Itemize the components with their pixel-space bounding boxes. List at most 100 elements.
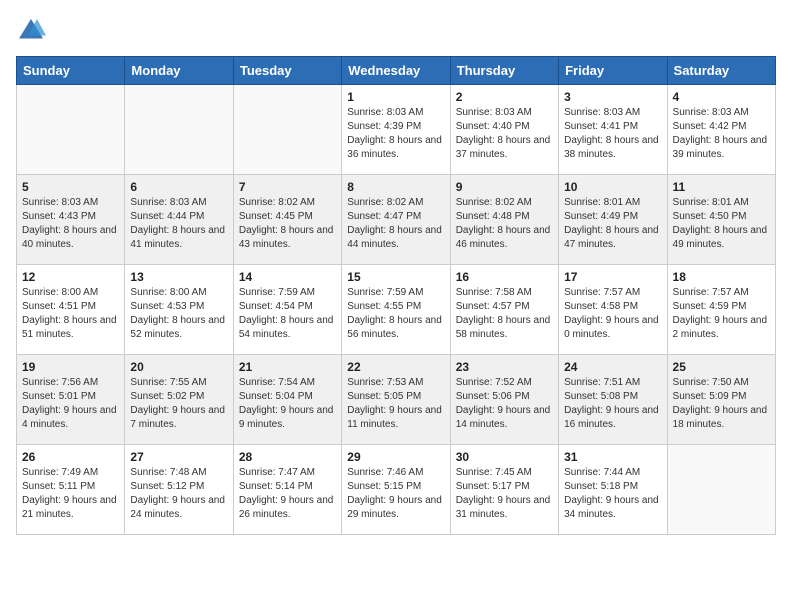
day-info: Sunrise: 8:02 AM Sunset: 4:47 PM Dayligh… <box>347 196 444 252</box>
calendar-day-cell <box>125 85 233 175</box>
calendar-day-cell: 18 Sunrise: 7:57 AM Sunset: 4:59 PM Dayli… <box>667 265 775 355</box>
day-info: Sunrise: 7:57 AM Sunset: 4:59 PM Dayligh… <box>673 286 770 342</box>
calendar-week-row: 5 Sunrise: 8:03 AM Sunset: 4:43 PM Daylig… <box>17 175 776 265</box>
calendar-weekday-header: Wednesday <box>342 57 450 85</box>
calendar-day-cell: 11 Sunrise: 8:01 AM Sunset: 4:50 PM Dayli… <box>667 175 775 265</box>
day-info: Sunrise: 8:02 AM Sunset: 4:48 PM Dayligh… <box>456 196 553 252</box>
logo <box>16 16 50 46</box>
day-info: Sunrise: 8:02 AM Sunset: 4:45 PM Dayligh… <box>239 196 336 252</box>
day-number: 20 <box>130 360 227 374</box>
day-number: 8 <box>347 180 444 194</box>
calendar-day-cell: 4 Sunrise: 8:03 AM Sunset: 4:42 PM Daylig… <box>667 85 775 175</box>
day-info: Sunrise: 7:52 AM Sunset: 5:06 PM Dayligh… <box>456 376 553 432</box>
day-info: Sunrise: 7:48 AM Sunset: 5:12 PM Dayligh… <box>130 466 227 522</box>
day-info: Sunrise: 7:55 AM Sunset: 5:02 PM Dayligh… <box>130 376 227 432</box>
calendar-week-row: 1 Sunrise: 8:03 AM Sunset: 4:39 PM Daylig… <box>17 85 776 175</box>
calendar-week-row: 12 Sunrise: 8:00 AM Sunset: 4:51 PM Dayli… <box>17 265 776 355</box>
day-info: Sunrise: 8:03 AM Sunset: 4:40 PM Dayligh… <box>456 106 553 162</box>
day-info: Sunrise: 7:51 AM Sunset: 5:08 PM Dayligh… <box>564 376 661 432</box>
day-number: 6 <box>130 180 227 194</box>
day-info: Sunrise: 7:45 AM Sunset: 5:17 PM Dayligh… <box>456 466 553 522</box>
calendar-day-cell: 17 Sunrise: 7:57 AM Sunset: 4:58 PM Dayli… <box>559 265 667 355</box>
day-info: Sunrise: 7:44 AM Sunset: 5:18 PM Dayligh… <box>564 466 661 522</box>
calendar-day-cell: 3Sunrise: 8:03 AM Sunset: 4:41 PM Daylig… <box>559 85 667 175</box>
day-info: Sunrise: 7:58 AM Sunset: 4:57 PM Dayligh… <box>456 286 553 342</box>
day-number: 21 <box>239 360 336 374</box>
calendar-day-cell <box>233 85 341 175</box>
day-info: Sunrise: 7:46 AM Sunset: 5:15 PM Dayligh… <box>347 466 444 522</box>
day-info: Sunrise: 8:00 AM Sunset: 4:51 PM Dayligh… <box>22 286 119 342</box>
calendar-day-cell: 16 Sunrise: 7:58 AM Sunset: 4:57 PM Dayli… <box>450 265 558 355</box>
day-info: Sunrise: 8:03 AM Sunset: 4:43 PM Dayligh… <box>22 196 119 252</box>
day-info: Sunrise: 8:01 AM Sunset: 4:50 PM Dayligh… <box>673 196 770 252</box>
calendar-day-cell: 14Sunrise: 7:59 AM Sunset: 4:54 PM Dayli… <box>233 265 341 355</box>
calendar-day-cell: 31 Sunrise: 7:44 AM Sunset: 5:18 PM Dayli… <box>559 445 667 535</box>
day-info: Sunrise: 8:01 AM Sunset: 4:49 PM Dayligh… <box>564 196 661 252</box>
day-number: 31 <box>564 450 661 464</box>
day-number: 7 <box>239 180 336 194</box>
day-info: Sunrise: 7:49 AM Sunset: 5:11 PM Dayligh… <box>22 466 119 522</box>
calendar-day-cell: 22 Sunrise: 7:53 AM Sunset: 5:05 PM Dayli… <box>342 355 450 445</box>
day-number: 22 <box>347 360 444 374</box>
day-number: 30 <box>456 450 553 464</box>
day-number: 15 <box>347 270 444 284</box>
day-number: 29 <box>347 450 444 464</box>
day-info: Sunrise: 8:00 AM Sunset: 4:53 PM Dayligh… <box>130 286 227 342</box>
calendar-day-cell: 28Sunrise: 7:47 AM Sunset: 5:14 PM Dayli… <box>233 445 341 535</box>
day-number: 2 <box>456 90 553 104</box>
day-number: 25 <box>673 360 770 374</box>
calendar-table: SundayMondayTuesdayWednesdayThursdayFrid… <box>16 56 776 535</box>
calendar-day-cell: 26 Sunrise: 7:49 AM Sunset: 5:11 PM Dayli… <box>17 445 125 535</box>
day-info: Sunrise: 7:59 AM Sunset: 4:54 PM Dayligh… <box>239 286 336 342</box>
calendar-day-cell: 6 Sunrise: 8:03 AM Sunset: 4:44 PM Daylig… <box>125 175 233 265</box>
day-info: Sunrise: 7:57 AM Sunset: 4:58 PM Dayligh… <box>564 286 661 342</box>
calendar-weekday-header: Sunday <box>17 57 125 85</box>
day-number: 4 <box>673 90 770 104</box>
calendar-weekday-header: Saturday <box>667 57 775 85</box>
calendar-day-cell: 12 Sunrise: 8:00 AM Sunset: 4:51 PM Dayli… <box>17 265 125 355</box>
calendar-day-cell: 30 Sunrise: 7:45 AM Sunset: 5:17 PM Dayli… <box>450 445 558 535</box>
page-header <box>16 16 776 46</box>
calendar-day-cell: 10Sunrise: 8:01 AM Sunset: 4:49 PM Dayli… <box>559 175 667 265</box>
calendar-day-cell: 23 Sunrise: 7:52 AM Sunset: 5:06 PM Dayli… <box>450 355 558 445</box>
calendar-day-cell: 1 Sunrise: 8:03 AM Sunset: 4:39 PM Daylig… <box>342 85 450 175</box>
day-info: Sunrise: 8:03 AM Sunset: 4:42 PM Dayligh… <box>673 106 770 162</box>
calendar-week-row: 26 Sunrise: 7:49 AM Sunset: 5:11 PM Dayli… <box>17 445 776 535</box>
day-number: 18 <box>673 270 770 284</box>
day-number: 16 <box>456 270 553 284</box>
calendar-day-cell: 25 Sunrise: 7:50 AM Sunset: 5:09 PM Dayli… <box>667 355 775 445</box>
calendar-day-cell: 2 Sunrise: 8:03 AM Sunset: 4:40 PM Daylig… <box>450 85 558 175</box>
calendar-week-row: 19Sunrise: 7:56 AM Sunset: 5:01 PM Dayli… <box>17 355 776 445</box>
calendar-day-cell: 20 Sunrise: 7:55 AM Sunset: 5:02 PM Dayli… <box>125 355 233 445</box>
calendar-day-cell: 19Sunrise: 7:56 AM Sunset: 5:01 PM Dayli… <box>17 355 125 445</box>
day-info: Sunrise: 8:03 AM Sunset: 4:39 PM Dayligh… <box>347 106 444 162</box>
calendar-day-cell: 13 Sunrise: 8:00 AM Sunset: 4:53 PM Dayli… <box>125 265 233 355</box>
calendar-day-cell: 24 Sunrise: 7:51 AM Sunset: 5:08 PM Dayli… <box>559 355 667 445</box>
calendar-day-cell: 9 Sunrise: 8:02 AM Sunset: 4:48 PM Daylig… <box>450 175 558 265</box>
logo-icon <box>16 16 46 46</box>
calendar-day-cell <box>17 85 125 175</box>
day-info: Sunrise: 7:53 AM Sunset: 5:05 PM Dayligh… <box>347 376 444 432</box>
calendar-day-cell: 7 Sunrise: 8:02 AM Sunset: 4:45 PM Daylig… <box>233 175 341 265</box>
day-number: 17 <box>564 270 661 284</box>
day-number: 11 <box>673 180 770 194</box>
calendar-weekday-header: Friday <box>559 57 667 85</box>
day-info: Sunrise: 8:03 AM Sunset: 4:44 PM Dayligh… <box>130 196 227 252</box>
day-number: 24 <box>564 360 661 374</box>
day-info: Sunrise: 7:50 AM Sunset: 5:09 PM Dayligh… <box>673 376 770 432</box>
day-number: 23 <box>456 360 553 374</box>
day-number: 12 <box>22 270 119 284</box>
calendar-day-cell: 5 Sunrise: 8:03 AM Sunset: 4:43 PM Daylig… <box>17 175 125 265</box>
day-number: 5 <box>22 180 119 194</box>
day-number: 26 <box>22 450 119 464</box>
day-info: Sunrise: 7:54 AM Sunset: 5:04 PM Dayligh… <box>239 376 336 432</box>
day-number: 13 <box>130 270 227 284</box>
day-number: 1 <box>347 90 444 104</box>
day-info: Sunrise: 7:59 AM Sunset: 4:55 PM Dayligh… <box>347 286 444 342</box>
calendar-header-row: SundayMondayTuesdayWednesdayThursdayFrid… <box>17 57 776 85</box>
calendar-day-cell: 15 Sunrise: 7:59 AM Sunset: 4:55 PM Dayli… <box>342 265 450 355</box>
day-number: 28 <box>239 450 336 464</box>
day-number: 9 <box>456 180 553 194</box>
calendar-day-cell: 27Sunrise: 7:48 AM Sunset: 5:12 PM Dayli… <box>125 445 233 535</box>
calendar-day-cell: 8 Sunrise: 8:02 AM Sunset: 4:47 PM Daylig… <box>342 175 450 265</box>
